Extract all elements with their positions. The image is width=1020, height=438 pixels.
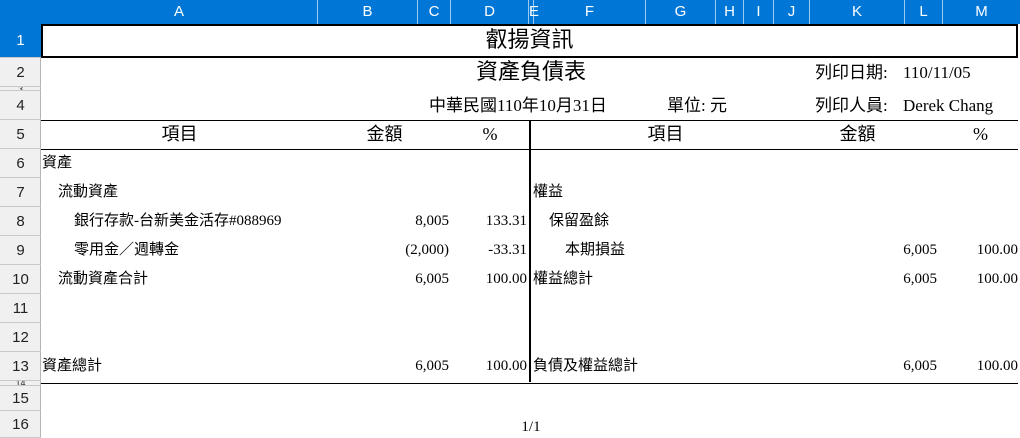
petty-cash-amount: (2,000) — [405, 242, 449, 258]
page-number: 1/1 — [521, 419, 541, 435]
center-divider — [529, 120, 531, 382]
equity-label: 權益 — [533, 184, 564, 200]
row-header-2[interactable]: 2 — [0, 58, 41, 87]
assets-total-pct: 100.00 — [485, 358, 527, 374]
left-item-header: 項目 — [161, 124, 198, 144]
bank-deposit-pct: 133.31 — [485, 213, 527, 229]
assets-total-amount: 6,005 — [415, 358, 449, 374]
period-pl-amount: 6,005 — [903, 242, 937, 258]
row-header-9[interactable]: 9 — [0, 236, 41, 265]
column-header-k[interactable]: K — [810, 0, 905, 24]
right-item-header: 項目 — [647, 124, 684, 144]
liab-equity-total-label: 負債及權益總計 — [533, 358, 639, 374]
right-pct-header: % — [973, 124, 988, 144]
liab-equity-total-amount: 6,005 — [903, 358, 937, 374]
column-header-f[interactable]: F — [534, 0, 646, 24]
petty-cash-pct: -33.31 — [488, 242, 527, 258]
right-amount-header: 金額 — [839, 124, 876, 144]
equity-total-label: 權益總計 — [533, 271, 594, 287]
current-assets-label: 流動資產 — [58, 184, 119, 200]
assets-total-label: 資產總計 — [42, 358, 103, 374]
row-header-11[interactable]: 11 — [0, 294, 41, 323]
row-header-bar: 1 2 3 4 5 6 7 8 9 10 11 12 13 14 15 16 — [0, 24, 41, 438]
totals-bottom-border — [41, 383, 1018, 384]
bank-deposit-amount: 8,005 — [415, 213, 449, 229]
assets-label: 資產 — [42, 155, 73, 171]
unit-label: 單位: 元 — [667, 96, 727, 115]
report-date: 中華民國110年10月31日 — [429, 96, 607, 115]
row-header-8[interactable]: 8 — [0, 207, 41, 236]
row-header-10[interactable]: 10 — [0, 265, 41, 294]
liab-equity-total-pct: 100.00 — [976, 358, 1018, 374]
printer-label: 列印人員: — [815, 96, 888, 115]
current-assets-total-pct: 100.00 — [485, 271, 527, 287]
row-header-4[interactable]: 4 — [0, 91, 41, 120]
column-header-i[interactable]: I — [744, 0, 774, 24]
column-header-a[interactable]: A — [41, 0, 318, 24]
current-assets-total-amount: 6,005 — [415, 271, 449, 287]
column-header-g[interactable]: G — [646, 0, 716, 24]
company-title-cell[interactable]: 叡揚資訊 — [41, 24, 1018, 58]
period-pl-pct: 100.00 — [976, 242, 1018, 258]
left-amount-header: 金額 — [366, 124, 403, 144]
row-header-13[interactable]: 13 — [0, 352, 41, 381]
period-pl-label: 本期損益 — [565, 242, 626, 258]
equity-total-pct: 100.00 — [976, 271, 1018, 287]
left-pct-header: % — [482, 124, 498, 144]
row-header-6[interactable]: 6 — [0, 149, 41, 178]
row-header-1[interactable]: 1 — [0, 24, 41, 58]
print-date-value: 110/11/05 — [903, 63, 971, 82]
printer-name: Derek Chang — [903, 96, 994, 115]
row-header-16[interactable]: 16 — [0, 411, 41, 438]
column-header-bar: A B C D E F G H I J K L M — [0, 0, 1020, 24]
current-assets-total-label: 流動資產合計 — [58, 271, 149, 287]
column-header-b[interactable]: B — [318, 0, 418, 24]
row-header-5[interactable]: 5 — [0, 120, 41, 149]
equity-total-amount: 6,005 — [903, 271, 937, 287]
report-title: 資產負債表 — [475, 60, 586, 85]
column-header-d[interactable]: D — [451, 0, 529, 24]
retained-earnings-label: 保留盈餘 — [549, 213, 610, 229]
row-header-7[interactable]: 7 — [0, 178, 41, 207]
print-date-label: 列印日期: — [815, 63, 888, 82]
column-header-c[interactable]: C — [418, 0, 451, 24]
sheet-grid[interactable]: 叡揚資訊 資產負債表 列印日期: 110/11/05 中華民國110年10月31… — [41, 24, 1020, 438]
bank-deposit-label: 銀行存款-台新美金活存#088969 — [74, 213, 282, 229]
row-header-15[interactable]: 15 — [0, 386, 41, 411]
petty-cash-label: 零用金／週轉金 — [74, 242, 180, 258]
column-header-j[interactable]: J — [774, 0, 810, 24]
column-header-h[interactable]: H — [716, 0, 744, 24]
row-header-12[interactable]: 12 — [0, 323, 41, 352]
column-header-m[interactable]: M — [943, 0, 1020, 24]
column-header-l[interactable]: L — [905, 0, 943, 24]
